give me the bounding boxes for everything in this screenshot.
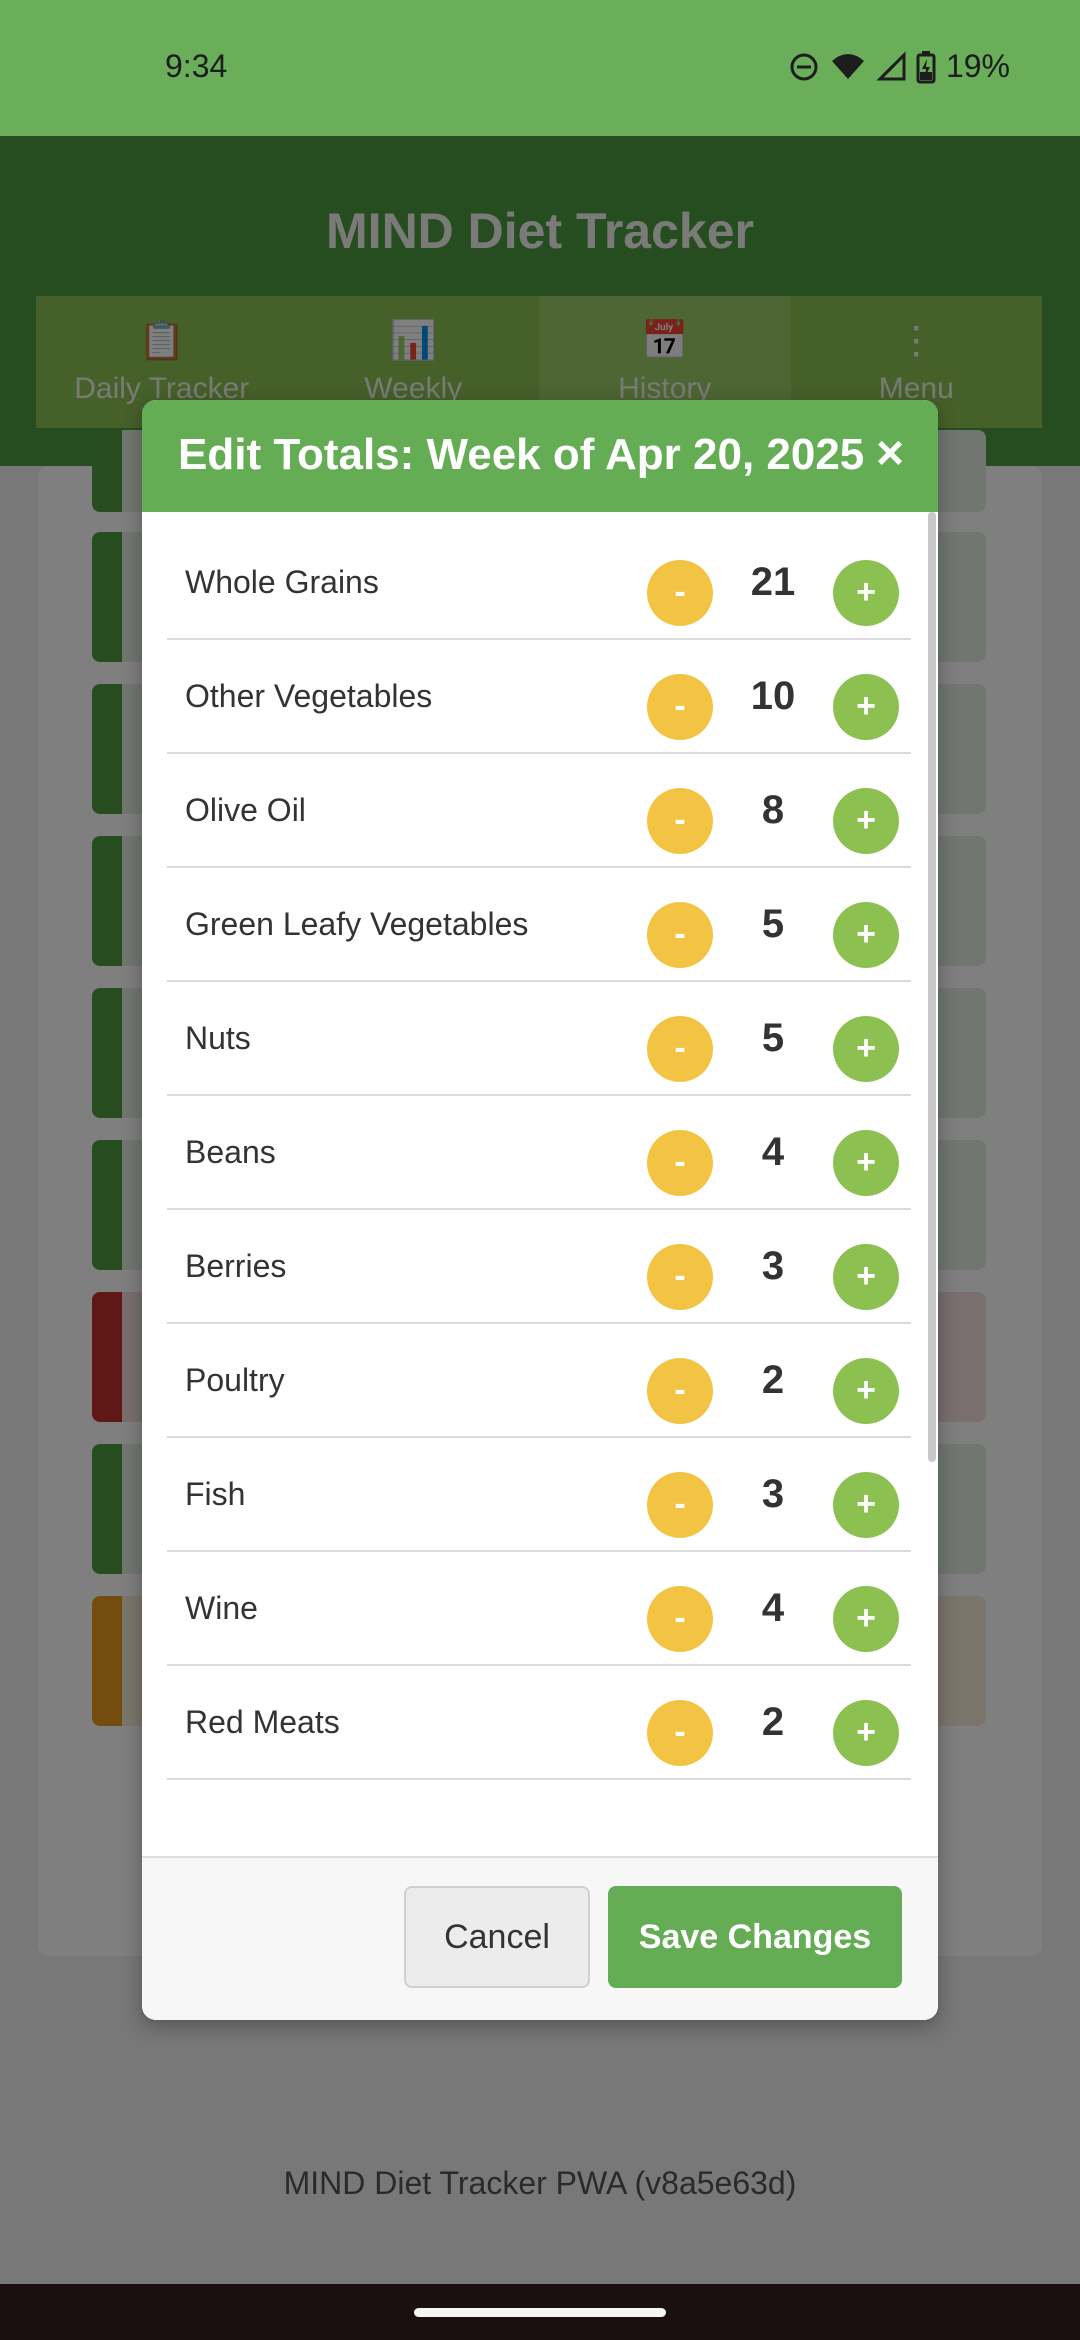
food-item-value: 8 — [761, 788, 785, 832]
increment-button[interactable]: + — [833, 902, 899, 968]
food-item-row: Beans - 4 + — [167, 1096, 911, 1210]
status-bar: 9:34 19% — [0, 0, 1080, 136]
food-item-row: Olive Oil - 8 + — [167, 754, 911, 868]
increment-button[interactable]: + — [833, 1358, 899, 1424]
modal-body: Whole Grains - 21 + Other Vegetables - 1… — [142, 512, 938, 1858]
food-item-name: Green Leafy Vegetables — [185, 906, 529, 942]
increment-button[interactable]: + — [833, 1700, 899, 1766]
increment-button[interactable]: + — [833, 1472, 899, 1538]
cell-signal-icon — [876, 50, 906, 83]
food-item-name: Beans — [185, 1134, 276, 1170]
food-item-row: Whole Grains - 21 + — [167, 526, 911, 640]
decrement-button[interactable]: - — [647, 1700, 713, 1766]
cancel-button[interactable]: Cancel — [404, 1886, 590, 1988]
food-item-value: 3 — [761, 1472, 785, 1516]
food-item-value: 2 — [761, 1358, 785, 1402]
food-item-value: 4 — [761, 1130, 785, 1174]
food-item-name: Whole Grains — [185, 564, 379, 600]
food-item-name: Nuts — [185, 1020, 251, 1056]
food-item-value: 3 — [761, 1244, 785, 1288]
decrement-button[interactable]: - — [647, 1244, 713, 1310]
food-item-value: 5 — [761, 1016, 785, 1060]
increment-button[interactable]: + — [833, 788, 899, 854]
food-item-row: Wine - 4 + — [167, 1552, 911, 1666]
decrement-button[interactable]: - — [647, 1472, 713, 1538]
food-item-name: Red Meats — [185, 1704, 340, 1740]
food-item-row: Poultry - 2 + — [167, 1324, 911, 1438]
battery-charging-icon — [916, 50, 936, 84]
battery-percent: 19% — [945, 48, 1010, 84]
close-icon[interactable]: × — [876, 426, 904, 481]
food-item-name: Wine — [185, 1590, 258, 1626]
status-time: 9:34 — [165, 48, 228, 84]
do-not-disturb-icon — [788, 51, 820, 83]
decrement-button[interactable]: - — [647, 1586, 713, 1652]
decrement-button[interactable]: - — [647, 902, 713, 968]
food-item-row: Fish - 3 + — [167, 1438, 911, 1552]
food-item-name: Berries — [185, 1248, 287, 1284]
modal-footer: Cancel Save Changes — [142, 1856, 938, 2020]
food-item-value: 2 — [761, 1700, 785, 1744]
food-item-row: Red Meats - 2 + — [167, 1666, 911, 1780]
edit-totals-modal: Edit Totals: Week of Apr 20, 2025 × Whol… — [142, 400, 938, 2020]
decrement-button[interactable]: - — [647, 1016, 713, 1082]
food-item-name: Other Vegetables — [185, 678, 433, 714]
increment-button[interactable]: + — [833, 560, 899, 626]
modal-header: Edit Totals: Week of Apr 20, 2025 × — [142, 400, 938, 512]
food-item-name: Olive Oil — [185, 792, 306, 828]
food-item-name: Poultry — [185, 1362, 285, 1398]
food-item-row: Other Vegetables - 10 + — [167, 640, 911, 754]
food-item-row: Green Leafy Vegetables - 5 + — [167, 868, 911, 982]
modal-title: Edit Totals: Week of Apr 20, 2025 — [178, 430, 865, 479]
food-item-name: Fish — [185, 1476, 246, 1512]
save-changes-button[interactable]: Save Changes — [608, 1886, 902, 1988]
decrement-button[interactable]: - — [647, 1130, 713, 1196]
food-item-value: 4 — [761, 1586, 785, 1630]
food-item-row: Nuts - 5 + — [167, 982, 911, 1096]
system-nav-bar — [0, 2284, 1080, 2340]
increment-button[interactable]: + — [833, 674, 899, 740]
food-item-value: 10 — [750, 674, 796, 718]
decrement-button[interactable]: - — [647, 560, 713, 626]
status-icons: 19% — [788, 48, 1010, 85]
home-gesture-handle[interactable] — [414, 2308, 666, 2317]
food-item-value: 5 — [761, 902, 785, 946]
increment-button[interactable]: + — [833, 1244, 899, 1310]
wifi-icon — [830, 51, 866, 83]
food-item-row: Berries - 3 + — [167, 1210, 911, 1324]
scrollbar[interactable] — [928, 512, 936, 1462]
increment-button[interactable]: + — [833, 1016, 899, 1082]
decrement-button[interactable]: - — [647, 674, 713, 740]
food-item-value: 21 — [750, 560, 796, 604]
increment-button[interactable]: + — [833, 1130, 899, 1196]
increment-button[interactable]: + — [833, 1586, 899, 1652]
decrement-button[interactable]: - — [647, 788, 713, 854]
decrement-button[interactable]: - — [647, 1358, 713, 1424]
